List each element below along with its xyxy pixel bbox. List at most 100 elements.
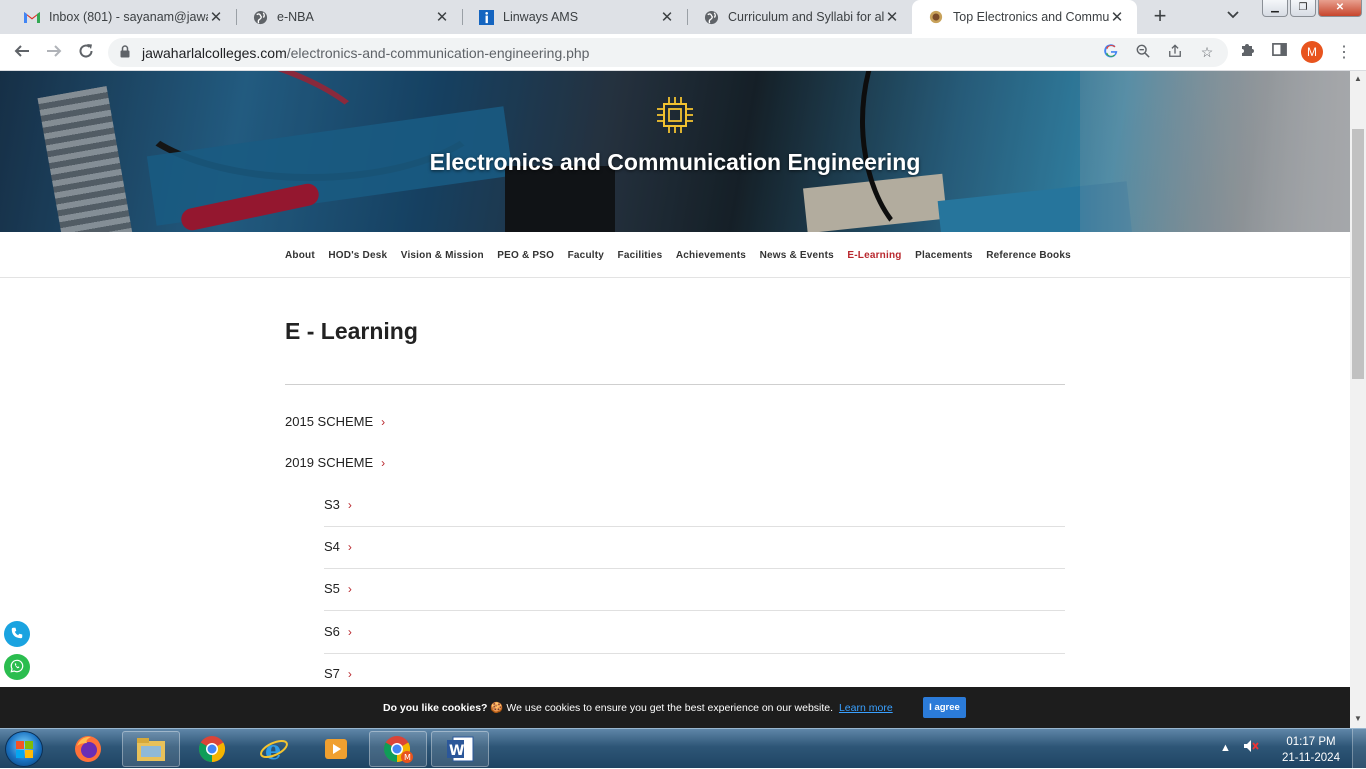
tab-curriculum[interactable]: Curriculum and Syllabi for all B ✕ <box>687 0 912 34</box>
restore-icon[interactable]: ❐ <box>1290 0 1316 17</box>
volume-muted-icon[interactable] <box>1243 739 1259 756</box>
microchip-icon <box>655 95 695 140</box>
media-player-taskbar-icon[interactable] <box>307 731 365 767</box>
subnav-item-facilities[interactable]: Facilities <box>618 250 663 261</box>
tray-expand-icon[interactable]: ▲ <box>1220 742 1231 754</box>
window-close-icon[interactable]: ✕ <box>1318 0 1362 17</box>
semester-label: S5 › <box>324 581 352 596</box>
browser-tab-bar: Inbox (801) - sayanam@jawaha ✕ e-NBA ✕ L… <box>0 0 1366 34</box>
cookie-icon: 🍪 <box>490 702 504 714</box>
semester-label: S3 › <box>324 497 352 512</box>
tab-electronics[interactable]: Top Electronics and Communic ✕ <box>912 0 1137 34</box>
clock-date: 21-11-2024 <box>1282 752 1340 764</box>
forward-icon[interactable] <box>42 41 66 65</box>
close-icon[interactable]: ✕ <box>659 8 675 26</box>
whatsapp-button[interactable] <box>4 654 30 680</box>
url-text[interactable]: jawaharlalcolleges.com/electronics-and-c… <box>142 45 589 61</box>
page-scrollbar[interactable]: ▲ ▼ <box>1350 71 1366 728</box>
tab-title: Inbox (801) - sayanam@jawaha <box>49 10 208 24</box>
agree-button[interactable]: I agree <box>923 697 966 718</box>
close-icon[interactable]: ✕ <box>884 8 900 26</box>
kebab-menu-icon[interactable]: ⋮ <box>1336 42 1352 62</box>
semester-label-text: S7 <box>324 666 340 681</box>
semester-label: S7 › <box>324 666 352 681</box>
tab-title: Curriculum and Syllabi for all B <box>728 10 884 24</box>
share-icon[interactable] <box>1166 44 1184 62</box>
subnav-items: About HOD's Desk Vision & Mission PEO & PSO… <box>285 250 1071 261</box>
browser-toolbar: jawaharlalcolleges.com/electronics-and-c… <box>0 34 1366 71</box>
close-icon[interactable]: ✕ <box>1109 8 1125 26</box>
subnav-item-e-learning[interactable]: E-Learning <box>847 250 901 261</box>
scroll-up-icon[interactable]: ▲ <box>1354 74 1362 83</box>
page-title: E - Learning <box>285 318 418 344</box>
reload-icon[interactable] <box>74 41 98 65</box>
hero-title: Electronics and Communication Engineerin… <box>429 149 921 175</box>
zoom-icon[interactable] <box>1134 44 1152 62</box>
lock-icon[interactable] <box>120 45 130 63</box>
google-icon[interactable] <box>1102 44 1120 62</box>
scheme-2019-link[interactable]: 2019 SCHEME › <box>285 455 385 470</box>
subnav-item-achievements[interactable]: Achievements <box>676 250 746 261</box>
semester-label: S6 › <box>324 624 352 639</box>
close-icon[interactable]: ✕ <box>434 8 450 26</box>
internet-explorer-taskbar-icon[interactable]: e <box>245 731 303 767</box>
semester-item-s4[interactable]: S4 › <box>324 527 1065 569</box>
taskbar-clock[interactable]: 01:17 PM 21-11-2024 <box>1280 734 1342 766</box>
windows-logo-icon <box>16 741 33 758</box>
subnav-item-faculty[interactable]: Faculty <box>568 250 604 261</box>
subnav-item-placements[interactable]: Placements <box>915 250 973 261</box>
semester-label-text: S3 <box>324 497 340 512</box>
divider <box>285 384 1065 385</box>
semester-label: S4 › <box>324 539 352 554</box>
chevron-right-icon: › <box>381 456 386 470</box>
globe-icon <box>703 9 719 25</box>
info-icon <box>478 9 494 25</box>
semester-item-s5[interactable]: S5 › <box>324 569 1065 611</box>
subnav-item-hod-s-desk[interactable]: HOD's Desk <box>328 250 387 261</box>
tab-linways[interactable]: Linways AMS ✕ <box>462 0 687 34</box>
globe-icon <box>252 9 268 25</box>
tab-title: Top Electronics and Communic <box>953 10 1109 24</box>
learn-more-link[interactable]: Learn more <box>839 702 893 714</box>
subnav-item-peo-pso[interactable]: PEO & PSO <box>497 250 554 261</box>
tab-title: e-NBA <box>277 10 314 24</box>
start-button[interactable] <box>5 731 43 767</box>
cookie-question: Do you like cookies? <box>383 702 488 714</box>
firefox-taskbar-icon[interactable] <box>59 731 117 767</box>
chevron-down-icon[interactable] <box>1227 8 1239 22</box>
explorer-taskbar-icon[interactable] <box>122 731 180 767</box>
department-subnav: About HOD's Desk Vision & Mission PEO & PSO… <box>0 232 1350 278</box>
close-icon[interactable]: ✕ <box>208 8 224 26</box>
subnav-item-about[interactable]: About <box>285 250 315 261</box>
word-taskbar-icon[interactable]: W <box>431 731 489 767</box>
minimize-icon[interactable]: ▁ <box>1262 0 1288 17</box>
bookmark-star-icon[interactable]: ☆ <box>1198 44 1216 62</box>
subnav-item-news-events[interactable]: News & Events <box>760 250 834 261</box>
tab-gmail[interactable]: Inbox (801) - sayanam@jawaha ✕ <box>8 0 236 34</box>
semester-item-s3[interactable]: S3 › <box>324 485 1065 527</box>
scroll-down-icon[interactable]: ▼ <box>1354 714 1362 723</box>
scrollbar-thumb[interactable] <box>1352 129 1364 379</box>
chrome-profile-taskbar-icon[interactable]: M <box>369 731 427 767</box>
tab-enba[interactable]: e-NBA ✕ <box>236 0 462 34</box>
profile-avatar[interactable]: M <box>1301 41 1323 63</box>
subnav-item-reference-books[interactable]: Reference Books <box>986 250 1071 261</box>
new-tab-icon[interactable]: + <box>1148 5 1172 29</box>
side-panel-icon[interactable] <box>1269 42 1289 62</box>
page-viewport: Electronics and Communication Engineerin… <box>0 71 1350 728</box>
subnav-item-vision-mission[interactable]: Vision & Mission <box>401 250 484 261</box>
system-tray: ▲ <box>1220 739 1259 756</box>
url-domain: jawaharlalcolleges.com <box>142 45 287 61</box>
show-desktop-button[interactable] <box>1352 729 1366 769</box>
chrome-taskbar-icon[interactable] <box>183 731 241 767</box>
semester-label-text: S5 <box>324 581 340 596</box>
scheme-label: 2015 SCHEME <box>285 414 374 429</box>
back-icon[interactable] <box>10 41 34 65</box>
scheme-2015-link[interactable]: 2015 SCHEME › <box>285 414 385 429</box>
windows-taskbar: e M W ▲ 01:17 PM 21-11-2024 <box>0 728 1366 769</box>
semester-item-s6[interactable]: S6 › <box>324 612 1065 654</box>
phone-button[interactable] <box>4 621 30 647</box>
address-bar[interactable]: jawaharlalcolleges.com/electronics-and-c… <box>108 38 1228 67</box>
phone-icon <box>11 627 23 642</box>
extensions-icon[interactable] <box>1237 42 1257 62</box>
